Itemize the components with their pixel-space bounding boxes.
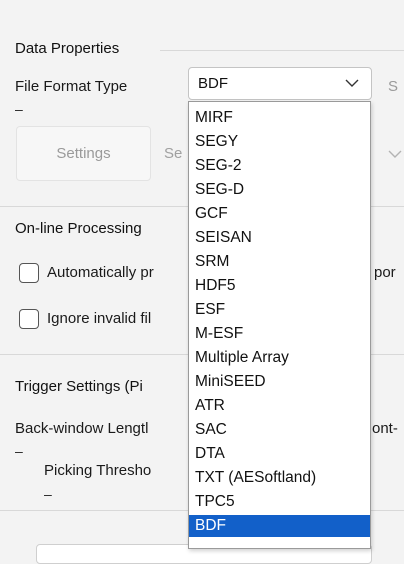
chevron-down-icon bbox=[345, 79, 359, 87]
settings-button[interactable]: Settings bbox=[16, 126, 151, 181]
auto-process-checkbox[interactable] bbox=[19, 263, 39, 283]
format-option-hdf5[interactable]: HDF5 bbox=[189, 275, 370, 297]
format-option-m-esf[interactable]: M-ESF bbox=[189, 323, 370, 345]
chevron-down-icon[interactable] bbox=[388, 148, 402, 160]
ignore-invalid-checkbox[interactable] bbox=[19, 309, 39, 329]
back-window-label: Back-window Lengtl bbox=[15, 420, 149, 437]
data-properties-title: Data Properties bbox=[15, 40, 120, 57]
ignore-invalid-label: Ignore invalid fil bbox=[47, 310, 152, 327]
format-option-atr[interactable]: ATR bbox=[189, 395, 370, 417]
back-window-right-cut: ont- bbox=[372, 420, 398, 437]
format-option-txt-aesoftland[interactable]: TXT (AESoftland) bbox=[189, 467, 370, 489]
format-option-multiple-array[interactable]: Multiple Array bbox=[189, 347, 370, 369]
format-option-bdf-selected[interactable]: BDF bbox=[189, 515, 370, 537]
format-option-mirf[interactable]: MIRF bbox=[189, 107, 370, 129]
format-option-sac[interactable]: SAC bbox=[189, 419, 370, 441]
format-option-miniseed[interactable]: MiniSEED bbox=[189, 371, 370, 393]
format-option-seg-d[interactable]: SEG-D bbox=[189, 179, 370, 201]
settings-secondary-label-cut: Se bbox=[164, 145, 183, 162]
picking-threshold-label: Picking Thresho bbox=[44, 462, 152, 479]
file-format-dash: – bbox=[15, 101, 23, 117]
file-format-value: BDF bbox=[198, 75, 228, 92]
online-processing-title: On-line Processing bbox=[15, 220, 142, 237]
format-option-dta[interactable]: DTA bbox=[189, 443, 370, 465]
format-option-esf[interactable]: ESF bbox=[189, 299, 370, 321]
auto-process-label: Automatically pr bbox=[47, 264, 154, 281]
format-option-seg-2[interactable]: SEG-2 bbox=[189, 155, 370, 177]
file-format-combobox[interactable]: BDF bbox=[188, 67, 372, 100]
file-format-label: File Format Type bbox=[15, 78, 128, 95]
file-format-dropdown-list[interactable]: MIRF SEGY SEG-2 SEG-D GCF SEISAN SRM HDF… bbox=[188, 101, 371, 549]
format-option-gcf[interactable]: GCF bbox=[189, 203, 370, 225]
format-option-tpc5[interactable]: TPC5 bbox=[189, 491, 370, 513]
data-properties-divider bbox=[160, 50, 404, 51]
trigger-settings-title: Trigger Settings (Pi bbox=[15, 378, 143, 395]
picking-threshold-dash: – bbox=[44, 486, 52, 502]
back-window-dash: – bbox=[15, 443, 23, 459]
format-option-srm[interactable]: SRM bbox=[189, 251, 370, 273]
auto-process-right-cut: por bbox=[374, 264, 396, 281]
format-extra-label-cut: S bbox=[388, 78, 399, 95]
format-option-segy[interactable]: SEGY bbox=[189, 131, 370, 153]
format-option-seisan[interactable]: SEISAN bbox=[189, 227, 370, 249]
